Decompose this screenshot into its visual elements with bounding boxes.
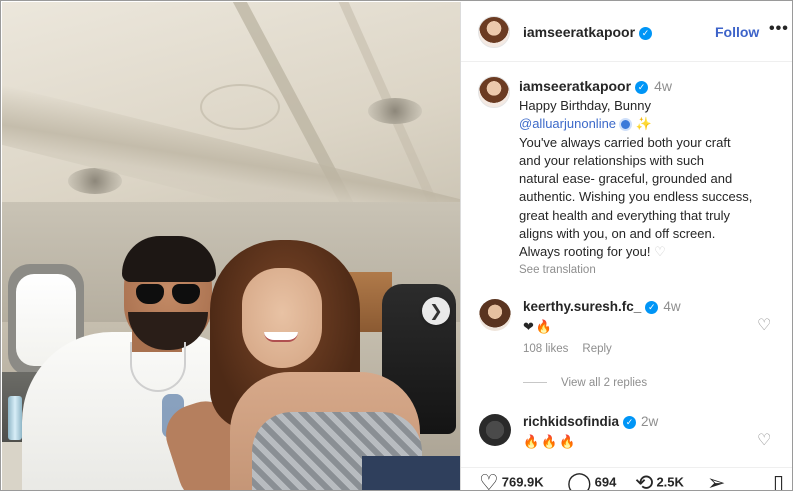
action-bar: ♡ 769.9K ◯ 694 ⟲ 2.5K ➢ ▯ (461, 467, 792, 490)
caption-text: Happy Birthday, Bunny @alluarjunonline ✨… (519, 97, 789, 262)
comment-header: richkidsofindia ✓ 2w (523, 414, 658, 429)
header-username[interactable]: iamseeratkapoor ✓ (523, 24, 653, 40)
heart-icon[interactable]: ♡ (757, 430, 771, 450)
more-options-icon[interactable]: ••• (769, 20, 789, 38)
post-side-panel: iamseeratkapoor ✓ Follow ••• iamseeratkap… (460, 2, 792, 490)
browser-frame: ❯ iamseeratkapoor ✓ Follow ••• iamseeratk… (0, 0, 793, 491)
caption-header: iamseeratkapoor ✓ 4w (519, 78, 789, 94)
caption-avatar[interactable] (478, 76, 510, 108)
caption-username[interactable]: iamseeratkapoor (519, 78, 631, 94)
comment-count: 694 (594, 474, 617, 490)
heart-icon[interactable]: ♡ (757, 315, 771, 335)
verified-badge-icon: ✓ (623, 415, 637, 429)
comment-username[interactable]: keerthy.suresh.fc_ (523, 299, 641, 314)
like-count: 769.9K (501, 474, 544, 490)
heart-icon[interactable]: ♡ (479, 470, 499, 490)
avatar[interactable] (479, 299, 511, 331)
comment-meta: 108 likes Reply (523, 343, 626, 355)
repost-action[interactable]: ⟲ 2.5K (635, 470, 684, 490)
verified-badge-icon: ✓ (645, 300, 659, 314)
caption-line1: Happy Birthday, Bunny (519, 98, 651, 113)
view-replies-button[interactable]: View all 2 replies (523, 377, 647, 389)
post-header: iamseeratkapoor ✓ Follow ••• (461, 2, 792, 62)
comment-text: ❤🔥 (523, 319, 555, 334)
share-action[interactable]: ➢ (707, 470, 728, 490)
follow-button[interactable]: Follow (715, 24, 759, 40)
caption-body: You've always carried both your craft an… (519, 134, 753, 260)
post-photo[interactable]: ❯ (2, 2, 460, 490)
woman-smile (264, 332, 298, 342)
woman-face (242, 268, 322, 368)
avatar[interactable] (479, 414, 511, 446)
woman-jeans (362, 456, 460, 490)
username-text[interactable]: iamseeratkapoor (523, 24, 635, 40)
avatar[interactable] (478, 16, 510, 48)
see-translation-link[interactable]: See translation (519, 264, 789, 276)
ceiling-panel (200, 84, 280, 130)
blue-eye-emoji-icon (619, 118, 633, 132)
comment-time[interactable]: 4w (663, 299, 680, 314)
verified-badge-icon: ✓ (635, 80, 649, 94)
water-bottle (8, 396, 22, 440)
comment-likes[interactable]: 108 likes (523, 343, 568, 355)
reading-light (368, 98, 422, 124)
comment-username[interactable]: richkidsofindia (523, 414, 619, 429)
mention-link[interactable]: @alluarjunonline (519, 116, 616, 131)
repost-icon[interactable]: ⟲ (635, 470, 653, 490)
white-heart-emoji-icon: ♡ (654, 244, 666, 260)
comment-text: 🔥🔥🔥 (523, 434, 578, 449)
bookmark-icon[interactable]: ▯ (773, 470, 784, 490)
like-action[interactable]: ♡ 769.9K (479, 470, 544, 490)
comment-time[interactable]: 2w (641, 414, 658, 429)
repost-count: 2.5K (656, 474, 684, 490)
chevron-right-icon: ❯ (429, 303, 443, 320)
verified-badge-icon: ✓ (639, 26, 653, 40)
sparkle-emoji-icon: ✨ (635, 116, 652, 132)
comment-action[interactable]: ◯ 694 (567, 470, 617, 490)
next-image-button[interactable]: ❯ (422, 297, 450, 325)
caption: iamseeratkapoor ✓ 4w Happy Birthday, Bunny… (519, 78, 789, 276)
sunglasses (136, 284, 200, 306)
reply-button[interactable]: Reply (582, 343, 611, 355)
share-icon[interactable]: ➢ (707, 470, 725, 490)
comment-icon[interactable]: ◯ (567, 470, 592, 490)
caption-time[interactable]: 4w (654, 78, 672, 94)
comment-header: keerthy.suresh.fc_ ✓ 4w (523, 299, 681, 314)
